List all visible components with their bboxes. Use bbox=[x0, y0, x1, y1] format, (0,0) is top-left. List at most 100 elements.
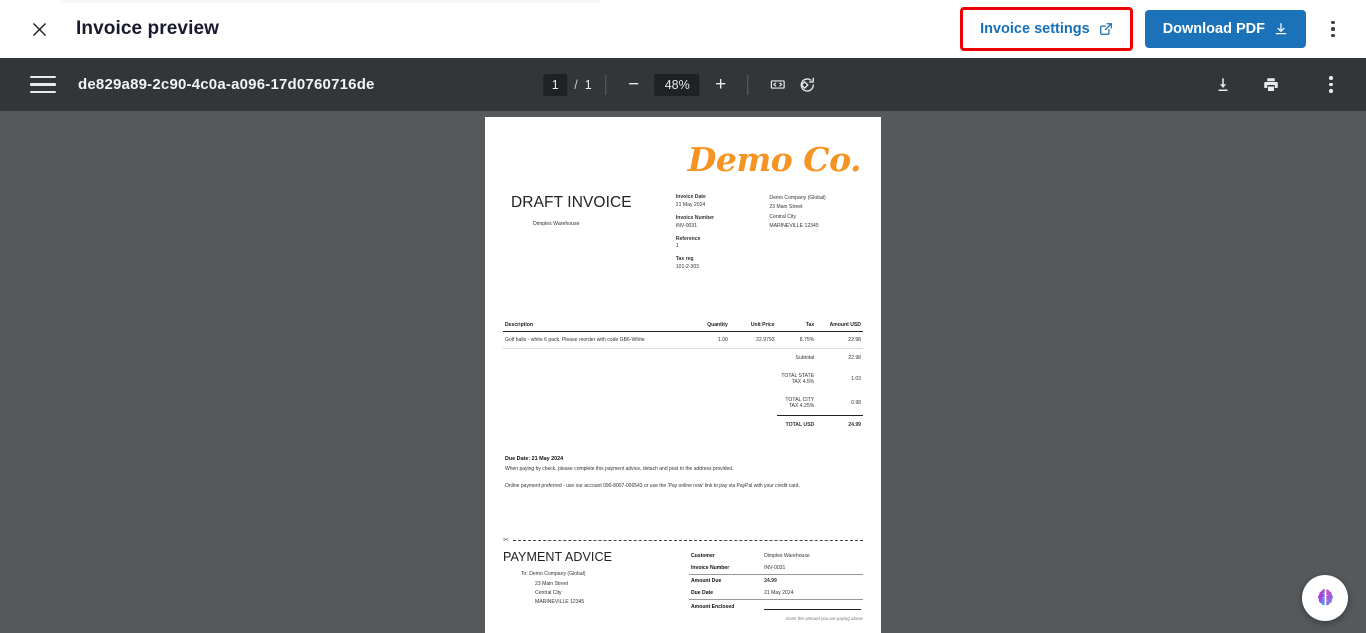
column-header-unit-price: Unit Price bbox=[729, 322, 777, 333]
table-row: Customer Dimples Warehouse bbox=[689, 550, 863, 562]
invoice-doc-title: DRAFT INVOICE bbox=[511, 194, 632, 211]
ai-assistant-button[interactable] bbox=[1302, 575, 1348, 621]
invoice-settings-label: Invoice settings bbox=[980, 21, 1090, 37]
pdf-more-options-button[interactable] bbox=[1314, 68, 1348, 102]
advice-label: Amount Due bbox=[689, 574, 763, 588]
line-items-body: Golf balls - white 6 pack. Please reorde… bbox=[503, 331, 863, 435]
payment-advice-right: Customer Dimples Warehouse Invoice Numbe… bbox=[683, 550, 863, 621]
download-icon bbox=[1275, 23, 1287, 35]
address-line: Demo Company (Global) bbox=[769, 195, 826, 201]
invoice-meta-label: Invoice Date bbox=[675, 194, 706, 200]
due-date-title: Due Date: 21 May 2024 bbox=[505, 456, 564, 463]
pdf-sidebar-toggle-button[interactable] bbox=[30, 76, 56, 93]
totals-value: 22.98 bbox=[848, 355, 861, 362]
totals-row-state-tax: TOTAL STATE TAX 4.5% 1.03 bbox=[503, 367, 863, 391]
payment-advice-section: PAYMENT ADVICE To: Demo Company (Global)… bbox=[503, 550, 863, 621]
more-vertical-icon-dot bbox=[1329, 89, 1333, 93]
close-button[interactable] bbox=[22, 12, 56, 46]
table-row: Amount Due 24.99 bbox=[689, 574, 863, 588]
totals-value: 0.98 bbox=[851, 400, 861, 407]
invoice-meta-item: Tax reg 101-2-303 bbox=[676, 256, 770, 272]
line-items-header: Description Quantity Unit Price Tax Amou… bbox=[503, 322, 863, 333]
to-label: To: bbox=[521, 571, 528, 578]
advice-label: Amount Enclosed bbox=[689, 599, 763, 614]
pdf-viewer-area[interactable]: Demo Co. DRAFT INVOICE Dimples Warehouse… bbox=[0, 111, 1366, 633]
invoice-header-left: DRAFT INVOICE Dimples Warehouse bbox=[503, 194, 676, 277]
rotate-button[interactable] bbox=[793, 72, 823, 98]
download-pdf-button[interactable]: Download PDF bbox=[1144, 10, 1306, 48]
invoice-settings-button[interactable]: Invoice settings bbox=[968, 14, 1125, 44]
cell-description: Golf balls - white 6 pack. Please reorde… bbox=[503, 331, 691, 350]
hamburger-menu-icon-line bbox=[30, 90, 56, 93]
totals-label: TOTAL STATE TAX 4.5% bbox=[781, 373, 815, 386]
toolbar-divider bbox=[605, 74, 607, 95]
totals-label: Subtotal bbox=[795, 355, 815, 362]
invoice-header: DRAFT INVOICE Dimples Warehouse Invoice … bbox=[503, 194, 863, 277]
rotate-counterclockwise-icon bbox=[801, 77, 815, 92]
cut-here-divider: ✂ bbox=[503, 537, 863, 544]
dashed-line bbox=[512, 540, 863, 542]
due-date-block: Due Date: 21 May 2024 When paying by che… bbox=[503, 456, 863, 489]
table-header-row: Description Quantity Unit Price Tax Amou… bbox=[503, 322, 863, 333]
ai-brain-icon bbox=[1317, 588, 1333, 605]
header-more-options-button[interactable] bbox=[1316, 12, 1350, 46]
invoice-meta-item: Reference 1 bbox=[676, 236, 770, 252]
close-icon bbox=[32, 22, 46, 36]
print-icon bbox=[1264, 77, 1278, 91]
page-title: Invoice preview bbox=[76, 18, 220, 39]
fit-to-width-button[interactable] bbox=[763, 72, 793, 98]
payment-advice-title: PAYMENT ADVICE bbox=[503, 550, 613, 565]
invoice-meta-value: INV-0031 bbox=[675, 222, 698, 229]
payment-advice-table: Customer Dimples Warehouse Invoice Numbe… bbox=[689, 550, 863, 614]
cell-tax: 8.75% bbox=[776, 331, 817, 350]
advice-value: INV-0031 bbox=[764, 565, 786, 572]
advice-label: Customer bbox=[691, 553, 715, 560]
invoice-settings-highlight: Invoice settings bbox=[960, 7, 1133, 51]
more-vertical-icon-dot bbox=[1331, 20, 1335, 25]
totals-value: 1.03 bbox=[851, 376, 861, 383]
address-line: Demo Company (Global) bbox=[529, 571, 586, 578]
zoom-out-button[interactable]: − bbox=[621, 72, 647, 98]
page-separator: / bbox=[574, 77, 578, 92]
download-pdf-label: Download PDF bbox=[1162, 21, 1265, 37]
more-vertical-icon-dot bbox=[1329, 76, 1333, 80]
table-row: Due Date 21 May 2024 bbox=[689, 587, 863, 600]
column-header-quantity: Quantity bbox=[690, 322, 730, 333]
totals-row-subtotal: Subtotal 22.98 bbox=[503, 349, 863, 368]
invoice-meta-block: Invoice Date 21 May 2024 Invoice Number IN… bbox=[676, 194, 770, 277]
pdf-toolbar-right-controls bbox=[1208, 68, 1348, 102]
advice-value: 21 May 2024 bbox=[764, 590, 794, 597]
invoice-meta-value: 101-2-303 bbox=[675, 264, 700, 271]
invoice-customer-name: Dimples Warehouse bbox=[533, 221, 580, 227]
loading-progress-bar bbox=[60, 0, 600, 3]
invoice-meta-item: Invoice Number INV-0031 bbox=[676, 215, 770, 231]
table-row: Invoice Number INV-0031 bbox=[689, 562, 863, 575]
invoice-meta-value: 1 bbox=[675, 243, 679, 250]
address-line: 23 Main Street bbox=[535, 580, 569, 587]
page-total-count: 1 bbox=[584, 77, 592, 92]
pdf-toolbar-center-controls: / 1 − 48% + bbox=[543, 72, 822, 98]
payment-advice-address: To: Demo Company (Global) 23 Main Street… bbox=[503, 570, 683, 608]
pdf-document-name: de829a89-2c90-4c0a-a096-17d0760716de bbox=[78, 76, 375, 93]
scissors-icon: ✂ bbox=[503, 537, 509, 545]
zoom-level-value[interactable]: 48% bbox=[654, 73, 700, 96]
amount-enclosed-field[interactable] bbox=[762, 599, 863, 614]
payment-advice-left: PAYMENT ADVICE To: Demo Company (Global)… bbox=[503, 550, 683, 621]
zoom-in-button[interactable]: + bbox=[708, 72, 734, 98]
totals-value: 24.99 bbox=[816, 415, 863, 435]
column-header-tax: Tax bbox=[776, 322, 817, 333]
pdf-print-button[interactable] bbox=[1256, 72, 1286, 98]
company-logo: Demo Co. bbox=[687, 140, 862, 179]
page-number-input[interactable] bbox=[543, 73, 568, 96]
advice-label: Invoice Number bbox=[691, 565, 730, 572]
address-line: MARINEVILLE 12345 bbox=[535, 599, 585, 606]
cell-unit-price: 22.9793 bbox=[729, 331, 777, 350]
pdf-download-button[interactable] bbox=[1208, 72, 1238, 98]
column-header-description: Description bbox=[503, 322, 691, 333]
advice-value: 24.99 bbox=[762, 574, 863, 588]
invoice-meta-label: Tax reg bbox=[675, 256, 694, 263]
amount-enclosed-line bbox=[764, 603, 861, 611]
address-line: MARINEVILLE 12345 bbox=[769, 223, 819, 230]
address-line: Central City bbox=[535, 589, 562, 596]
payment-note-check: When paying by check, please complete th… bbox=[505, 466, 734, 473]
